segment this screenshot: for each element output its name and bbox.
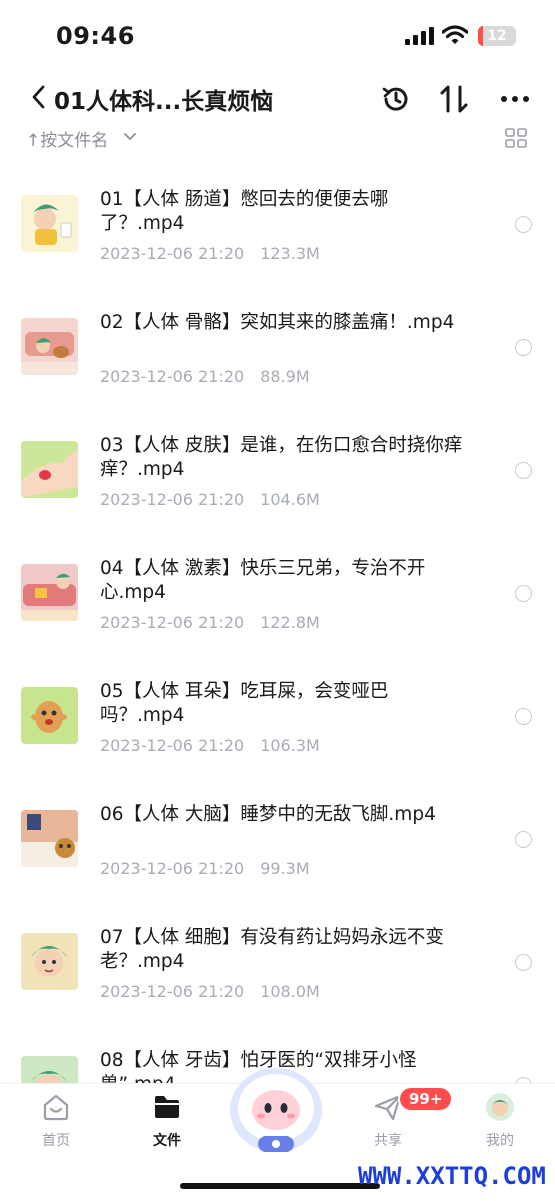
watermark-text: WWW.XXTTQ.COM — [358, 1162, 546, 1190]
video-thumbnail — [21, 810, 78, 867]
file-item[interactable]: 02【人体 骨骼】突如其来的膝盖痛！.mp4 2023-12-06 21:20 8… — [0, 298, 555, 421]
file-size: 99.3M — [260, 859, 310, 878]
file-name: 05【人体 耳朵】吃耳屎，会变哑巴吗？.mp4 — [100, 681, 389, 726]
tab-files[interactable]: 文件 — [122, 1092, 212, 1162]
grid-view-icon[interactable] — [505, 128, 527, 148]
file-date: 2023-12-06 21:20 — [100, 982, 245, 1001]
wifi-icon — [442, 25, 468, 44]
file-size: 106.3M — [260, 736, 320, 755]
avatar — [486, 1093, 514, 1121]
tab-home[interactable]: 首页 — [11, 1092, 101, 1162]
home-indicator — [180, 1183, 380, 1189]
file-item[interactable]: 07【人体 细胞】有没有药让妈妈永远不变老？.mp4 2023-12-06 21… — [0, 913, 555, 1036]
select-radio[interactable] — [515, 216, 532, 233]
sort-by-name-button[interactable]: ↑按文件名 — [26, 126, 108, 151]
select-radio[interactable] — [515, 954, 532, 971]
page-title: 01人体科...长真烦恼 — [54, 89, 274, 115]
video-thumbnail — [21, 933, 78, 990]
file-meta: 2023-12-06 21:20 99.3M — [100, 859, 310, 878]
video-thumbnail — [21, 318, 78, 375]
file-size: 122.8M — [260, 613, 320, 632]
signal-icon — [405, 27, 434, 45]
file-meta: 2023-12-06 21:20 104.6M — [100, 490, 320, 509]
nav-bar: 01人体科...长真烦恼 — [0, 70, 555, 128]
select-radio[interactable] — [515, 462, 532, 479]
status-time: 09:46 — [56, 22, 135, 50]
mascot-icon[interactable] — [226, 1060, 326, 1155]
folder-icon — [155, 1096, 179, 1118]
video-thumbnail — [21, 687, 78, 744]
file-size: 108.0M — [260, 982, 320, 1001]
more-icon[interactable] — [498, 83, 532, 115]
select-radio[interactable] — [515, 339, 532, 356]
file-date: 2023-12-06 21:20 — [100, 736, 245, 755]
sort-bar: ↑按文件名 — [0, 124, 555, 154]
back-icon[interactable] — [28, 82, 50, 112]
file-name: 06【人体 大脑】睡梦中的无敌飞脚.mp4 — [100, 804, 436, 825]
file-date: 2023-12-06 21:20 — [100, 490, 245, 509]
select-radio[interactable] — [515, 585, 532, 602]
battery-icon: 12 — [478, 26, 516, 46]
file-meta: 2023-12-06 21:20 123.3M — [100, 244, 320, 263]
file-size: 123.3M — [260, 244, 320, 263]
file-size: 88.9M — [260, 367, 310, 386]
tab-label: 首页 — [42, 1133, 70, 1149]
video-thumbnail — [21, 441, 78, 498]
file-date: 2023-12-06 21:20 — [100, 613, 245, 632]
history-icon[interactable] — [380, 83, 412, 115]
select-radio[interactable] — [515, 708, 532, 725]
file-date: 2023-12-06 21:20 — [100, 859, 245, 878]
file-meta: 2023-12-06 21:20 88.9M — [100, 367, 310, 386]
file-item[interactable]: 03【人体 皮肤】是谁，在伤口愈合时挠你痒痒？.mp4 2023-12-06 2… — [0, 421, 555, 544]
share-count-badge: 99+ — [398, 1086, 454, 1112]
tab-label: 共享 — [374, 1133, 402, 1149]
file-meta: 2023-12-06 21:20 108.0M — [100, 982, 320, 1001]
file-name: 02【人体 骨骼】突如其来的膝盖痛！.mp4 — [100, 312, 455, 333]
chevron-down-icon[interactable] — [123, 132, 137, 142]
file-name: 04【人体 激素】快乐三兄弟，专治不开心.mp4 — [100, 558, 426, 603]
status-bar: 09:46 12 — [0, 0, 555, 70]
file-name: 03【人体 皮肤】是谁，在伤口愈合时挠你痒痒？.mp4 — [100, 435, 463, 480]
tab-profile[interactable]: 我的 — [455, 1092, 545, 1162]
tab-label: 我的 — [486, 1133, 514, 1149]
file-item[interactable]: 04【人体 激素】快乐三兄弟，专治不开心.mp4 2023-12-06 21:2… — [0, 544, 555, 667]
video-thumbnail — [21, 564, 78, 621]
file-date: 2023-12-06 21:20 — [100, 244, 245, 263]
file-size: 104.6M — [260, 490, 320, 509]
video-thumbnail — [21, 1056, 78, 1083]
file-item[interactable]: 06【人体 大脑】睡梦中的无敌飞脚.mp4 2023-12-06 21:20 99… — [0, 790, 555, 913]
file-name: 07【人体 细胞】有没有药让妈妈永远不变老？.mp4 — [100, 927, 444, 972]
video-thumbnail — [21, 195, 78, 252]
file-item[interactable]: 01【人体 肠道】憋回去的便便去哪了？.mp4 2023-12-06 21:20… — [0, 175, 555, 298]
file-meta: 2023-12-06 21:20 122.8M — [100, 613, 320, 632]
tab-label: 文件 — [153, 1133, 181, 1149]
battery-percent: 12 — [487, 28, 507, 44]
file-date: 2023-12-06 21:20 — [100, 367, 245, 386]
file-list: 01【人体 肠道】憋回去的便便去哪了？.mp4 2023-12-06 21:20… — [0, 175, 555, 1083]
file-meta: 2023-12-06 21:20 106.3M — [100, 736, 320, 755]
home-icon — [43, 1094, 69, 1121]
file-item[interactable]: 05【人体 耳朵】吃耳屎，会变哑巴吗？.mp4 2023-12-06 21:20… — [0, 667, 555, 790]
select-radio[interactable] — [515, 831, 532, 848]
file-name: 01【人体 肠道】憋回去的便便去哪了？.mp4 — [100, 189, 389, 234]
sort-icon[interactable] — [438, 83, 470, 115]
